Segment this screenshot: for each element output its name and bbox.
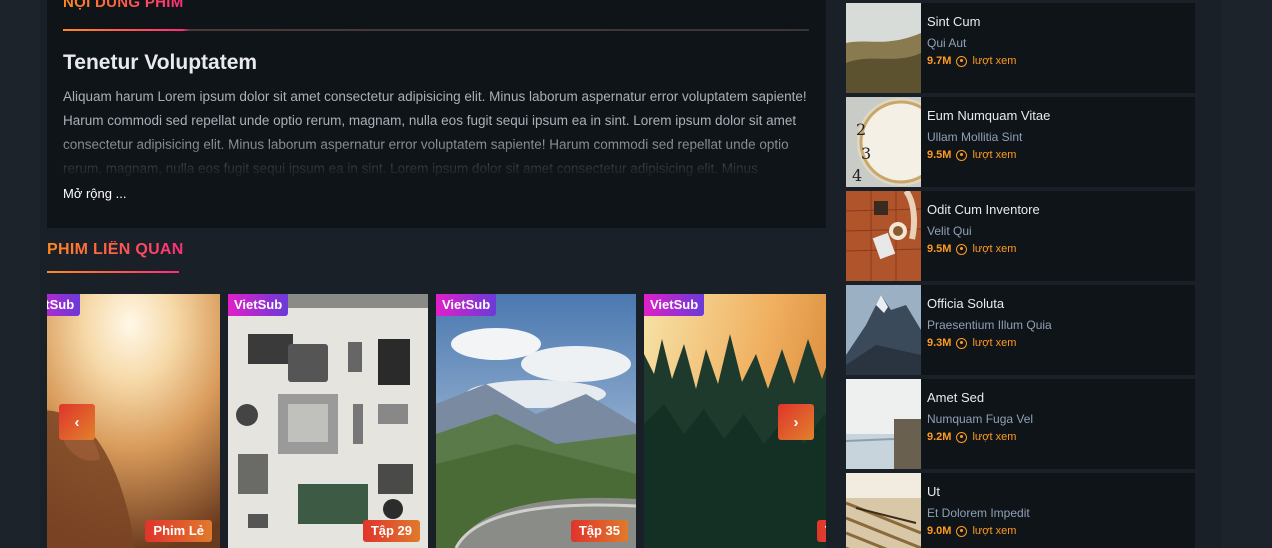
- content-section-heading: NỘI DUNG PHIM: [63, 0, 184, 11]
- eye-icon: [956, 243, 968, 255]
- view-label: lượt xem: [972, 149, 1017, 161]
- view-label: lượt xem: [972, 431, 1017, 443]
- related-section-heading: PHIM LIÊN QUAN: [47, 241, 184, 258]
- view-label: lượt xem: [972, 525, 1017, 537]
- sidebar-item-title: Eum Numquam Vitae: [927, 108, 1051, 123]
- sidebar-item-title: Sint Cum: [927, 14, 981, 29]
- sidebar-thumbnail: 2 3 4: [846, 97, 921, 187]
- sidebar-thumbnail: [846, 191, 921, 281]
- sidebar-thumbnail: [846, 3, 921, 93]
- sidebar-item-title: Amet Sed: [927, 390, 985, 405]
- movie-content-card: NỘI DUNG PHIM Tenetur Voluptatem Aliquam…: [47, 0, 826, 228]
- sidebar-item[interactable]: Sint Cum Qui Aut 9.7M lượt xem: [846, 3, 1195, 93]
- vietsub-badge: VietSub: [228, 294, 289, 316]
- related-card[interactable]: VietSub Tập 35: [436, 294, 636, 548]
- view-count: 9.7M: [927, 55, 952, 67]
- eye-icon: [956, 337, 968, 349]
- related-card[interactable]: VietSub Tập 29: [228, 294, 428, 548]
- sidebar-item-subtitle: Qui Aut: [927, 36, 967, 50]
- sidebar-item-subtitle: Ullam Mollitia Sint: [927, 130, 1023, 144]
- episode-badge: Tập 35: [570, 520, 628, 542]
- popular-sidebar: Sint Cum Qui Aut 9.7M lượt xem 2 3 4 Eum…: [846, 0, 1196, 548]
- chevron-right-icon: ›: [793, 413, 799, 431]
- sidebar-item[interactable]: Ut Et Dolorem Impedit 9.0M lượt xem: [846, 473, 1195, 548]
- view-count: 9.3M: [927, 337, 952, 349]
- carousel-next-button[interactable]: ›: [778, 404, 814, 440]
- sidebar-item-subtitle: Numquam Fuga Vel: [927, 412, 1034, 426]
- vietsub-badge: VietSub: [644, 294, 705, 316]
- sidebar-thumbnail: [846, 473, 921, 548]
- eye-icon: [956, 431, 968, 443]
- eye-icon: [956, 149, 968, 161]
- view-label: lượt xem: [972, 337, 1017, 349]
- carousel-prev-button[interactable]: ‹: [59, 404, 95, 440]
- sidebar-item-subtitle: Praesentium Illum Quia: [927, 318, 1052, 332]
- content-section-underline: [63, 29, 809, 31]
- expand-description-link[interactable]: Mở rộng ...: [63, 186, 126, 201]
- view-count: 9.2M: [927, 431, 952, 443]
- sidebar-item-views: 9.0M lượt xem: [927, 525, 1016, 537]
- view-label: lượt xem: [972, 55, 1017, 67]
- episode-badge: Phim Lẻ: [145, 520, 212, 542]
- sidebar-item-views: 9.3M lượt xem: [927, 337, 1016, 349]
- sidebar-thumbnail: [846, 379, 921, 469]
- episode-badge: Tập 36: [816, 520, 826, 542]
- sidebar-thumbnail: [846, 285, 921, 375]
- clock-numeral: 4: [852, 166, 862, 185]
- sidebar-item[interactable]: Officia Soluta Praesentium Illum Quia 9.…: [846, 285, 1195, 375]
- sidebar-item-views: 9.5M lượt xem: [927, 149, 1016, 161]
- sidebar-item-subtitle: Velit Qui: [927, 224, 972, 238]
- related-carousel: VietSub Phim Lẻ VietSub Tập 29: [47, 294, 826, 548]
- page-margin-right: [1222, 0, 1272, 548]
- vietsub-badge: VietSub: [47, 294, 81, 316]
- sidebar-item-subtitle: Et Dolorem Impedit: [927, 506, 1030, 520]
- sidebar-item[interactable]: 2 3 4 Eum Numquam Vitae Ullam Mollitia S…: [846, 97, 1195, 187]
- sidebar-item-views: 9.5M lượt xem: [927, 243, 1016, 255]
- card-thumbnail: [228, 294, 428, 548]
- view-label: lượt xem: [972, 243, 1017, 255]
- sidebar-item-title: Odit Cum Inventore: [927, 202, 1040, 217]
- sidebar-item-title: Officia Soluta: [927, 296, 1005, 311]
- sidebar-item-views: 9.7M lượt xem: [927, 55, 1016, 67]
- chevron-left-icon: ‹: [74, 413, 80, 431]
- sidebar-item[interactable]: Odit Cum Inventore Velit Qui 9.5M lượt x…: [846, 191, 1195, 281]
- eye-icon: [956, 525, 968, 537]
- view-count: 9.0M: [927, 525, 952, 537]
- eye-icon: [956, 55, 968, 67]
- movie-title: Tenetur Voluptatem: [63, 51, 258, 74]
- page-margin-left: [0, 0, 40, 548]
- view-count: 9.5M: [927, 243, 952, 255]
- view-count: 9.5M: [927, 149, 952, 161]
- related-section-underline: [47, 271, 179, 273]
- clock-numeral: 3: [861, 144, 871, 163]
- episode-badge: Tập 29: [362, 520, 420, 542]
- sidebar-item-title: Ut: [927, 484, 940, 499]
- vietsub-badge: VietSub: [436, 294, 497, 316]
- card-thumbnail: [436, 294, 636, 548]
- description-fade: [47, 135, 826, 185]
- sidebar-item-views: 9.2M lượt xem: [927, 431, 1016, 443]
- sidebar-item[interactable]: Amet Sed Numquam Fuga Vel 9.2M lượt xem: [846, 379, 1195, 469]
- clock-numeral: 2: [856, 120, 866, 139]
